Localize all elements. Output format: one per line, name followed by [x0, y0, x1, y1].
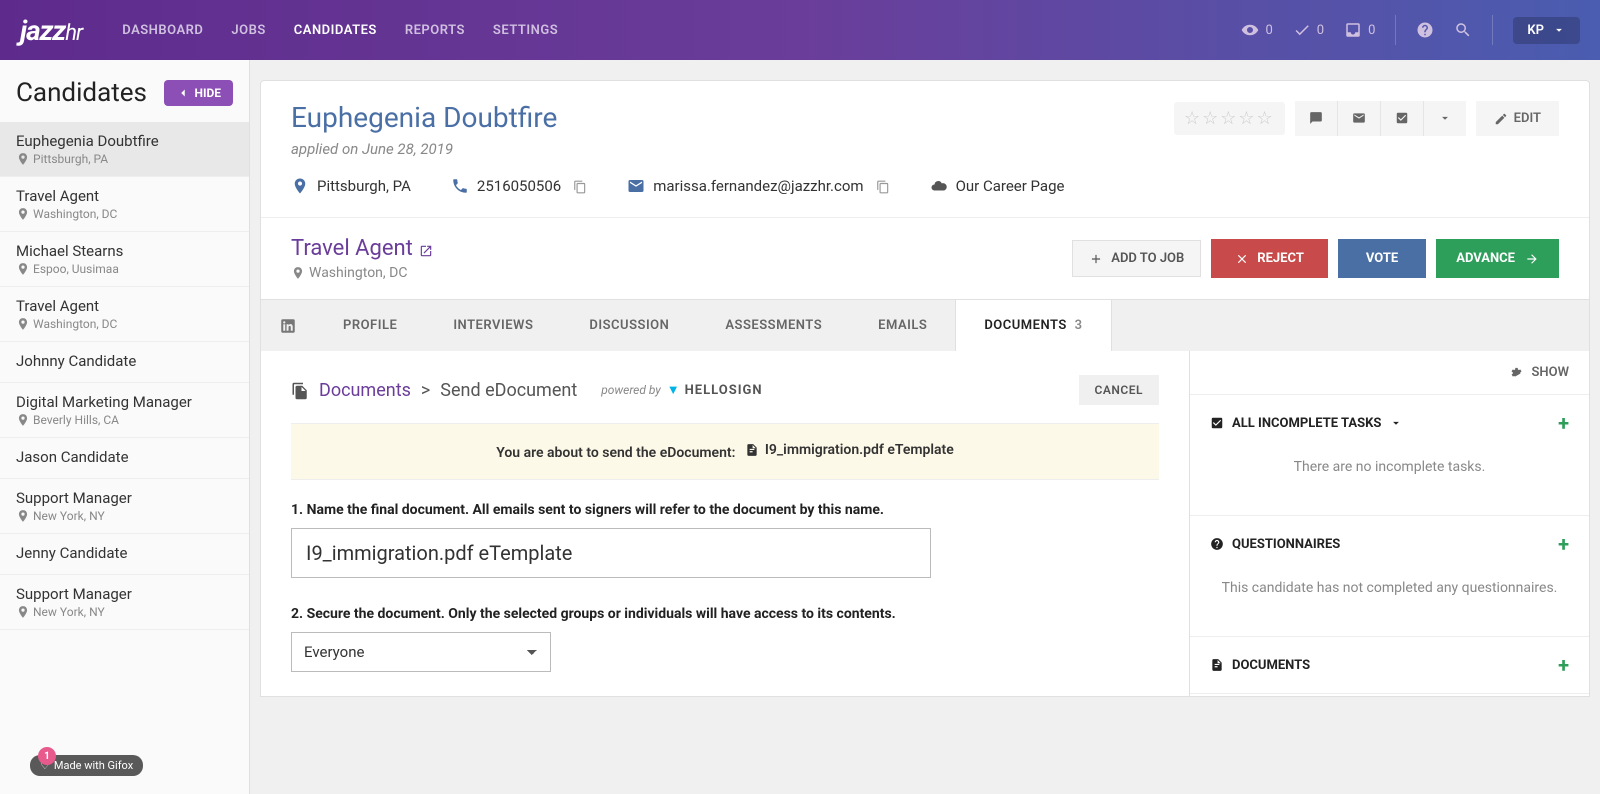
edit-button[interactable]: EDIT	[1476, 101, 1559, 136]
sidebar-candidate-item[interactable]: Euphegenia DoubtfirePittsburgh, PA	[0, 122, 249, 177]
sidebar-candidate-item[interactable]: Jason Candidate	[0, 438, 249, 479]
breadcrumb-documents[interactable]: Documents	[319, 380, 411, 401]
tab-assessments[interactable]: ASSESSMENTS	[697, 300, 850, 351]
external-link-icon[interactable]	[419, 243, 433, 259]
document-name-input[interactable]	[291, 528, 931, 578]
sidebar-candidate-item[interactable]: Johnny Candidate	[0, 342, 249, 383]
send-banner: You are about to send the eDocument: I9_…	[291, 423, 1159, 480]
candidate-name[interactable]: Euphegenia Doubtfire	[291, 101, 557, 134]
task-button[interactable]	[1381, 101, 1424, 136]
breadcrumb-current: Send eDocument	[440, 380, 577, 401]
sidebar-title: Candidates	[16, 78, 147, 108]
advance-button[interactable]: ADVANCE	[1436, 239, 1559, 278]
nav-candidates[interactable]: CANDIDATES	[294, 23, 377, 38]
linkedin-tab[interactable]	[261, 301, 315, 351]
documents-icon	[291, 380, 309, 401]
step1-label: 1. Name the final document. All emails s…	[291, 502, 1159, 518]
cancel-button[interactable]: CANCEL	[1079, 375, 1159, 405]
add-task-button[interactable]: +	[1558, 411, 1569, 435]
documents-title: DOCUMENTS	[1232, 658, 1310, 673]
stat-views[interactable]: 0	[1241, 21, 1272, 39]
search-icon[interactable]	[1454, 21, 1472, 39]
nav-jobs[interactable]: JOBS	[231, 23, 265, 38]
job-title[interactable]: Travel Agent	[291, 236, 413, 261]
tab-interviews[interactable]: INTERVIEWS	[425, 300, 561, 351]
tab-profile[interactable]: PROFILE	[315, 300, 425, 351]
candidate-source: Our Career Page	[930, 176, 1065, 195]
rating-stars[interactable]: ☆☆☆☆☆	[1174, 102, 1285, 135]
help-icon[interactable]	[1416, 21, 1434, 39]
sidebar-candidate-item[interactable]: Travel AgentWashington, DC	[0, 177, 249, 232]
comment-button[interactable]	[1295, 101, 1338, 136]
stat-tasks[interactable]: 0	[1293, 21, 1324, 39]
secure-select[interactable]: Everyone	[291, 632, 551, 672]
questionnaires-empty: This candidate has not completed any que…	[1210, 556, 1569, 620]
add-questionnaire-button[interactable]: +	[1558, 532, 1569, 556]
reject-button[interactable]: REJECT	[1211, 239, 1328, 278]
tab-emails[interactable]: EMAILS	[850, 300, 955, 351]
candidate-phone: 2516050506	[451, 176, 587, 195]
tab-documents[interactable]: DOCUMENTS 3	[955, 300, 1111, 351]
copy-email-icon[interactable]	[876, 177, 890, 195]
candidate-location: Pittsburgh, PA	[291, 176, 411, 195]
gifox-badge: 1♡ Made with Gifox	[30, 755, 143, 776]
nav-settings[interactable]: SETTINGS	[493, 23, 558, 38]
vote-button[interactable]: VOTE	[1338, 239, 1426, 278]
tab-discussion[interactable]: DISCUSSION	[561, 300, 697, 351]
tasks-empty: There are no incomplete tasks.	[1210, 435, 1569, 499]
applied-date: applied on June 28, 2019	[291, 140, 557, 158]
copy-phone-icon[interactable]	[573, 177, 587, 195]
sidebar-candidate-item[interactable]: Support ManagerNew York, NY	[0, 479, 249, 534]
nav-dashboard[interactable]: DASHBOARD	[122, 23, 203, 38]
sidebar-candidate-item[interactable]: Support ManagerNew York, NY	[0, 575, 249, 630]
more-dropdown[interactable]	[1424, 101, 1466, 136]
show-toggle[interactable]: SHOW	[1190, 351, 1589, 395]
powered-by: powered by ▼HELLOSIGN	[601, 382, 762, 398]
sidebar-candidate-item[interactable]: Jenny Candidate	[0, 534, 249, 575]
hide-sidebar-button[interactable]: HIDE	[164, 80, 233, 106]
step2-label: 2. Secure the document. Only the selecte…	[291, 606, 1159, 622]
sidebar-candidate-item[interactable]: Travel AgentWashington, DC	[0, 287, 249, 342]
questionnaires-title: QUESTIONNAIRES	[1232, 537, 1340, 552]
sidebar-candidate-item[interactable]: Michael StearnsEspoo, Uusimaa	[0, 232, 249, 287]
email-button[interactable]	[1338, 101, 1381, 136]
stat-inbox[interactable]: 0	[1344, 21, 1375, 39]
top-nav: jazzhr DASHBOARD JOBS CANDIDATES REPORTS…	[0, 0, 1600, 60]
job-location: Washington, DC	[291, 265, 433, 281]
logo: jazzhr	[20, 14, 82, 47]
nav-reports[interactable]: REPORTS	[405, 23, 465, 38]
tasks-title[interactable]: ALL INCOMPLETE TASKS	[1232, 416, 1381, 431]
sidebar: Candidates HIDE Euphegenia DoubtfirePitt…	[0, 60, 250, 794]
add-to-job-button[interactable]: ADD TO JOB	[1072, 240, 1201, 277]
candidate-email[interactable]: marissa.fernandez@jazzhr.com	[627, 176, 889, 195]
user-menu[interactable]: KP	[1513, 17, 1580, 44]
add-document-button[interactable]: +	[1558, 653, 1569, 677]
sidebar-candidate-item[interactable]: Digital Marketing ManagerBeverly Hills, …	[0, 383, 249, 438]
